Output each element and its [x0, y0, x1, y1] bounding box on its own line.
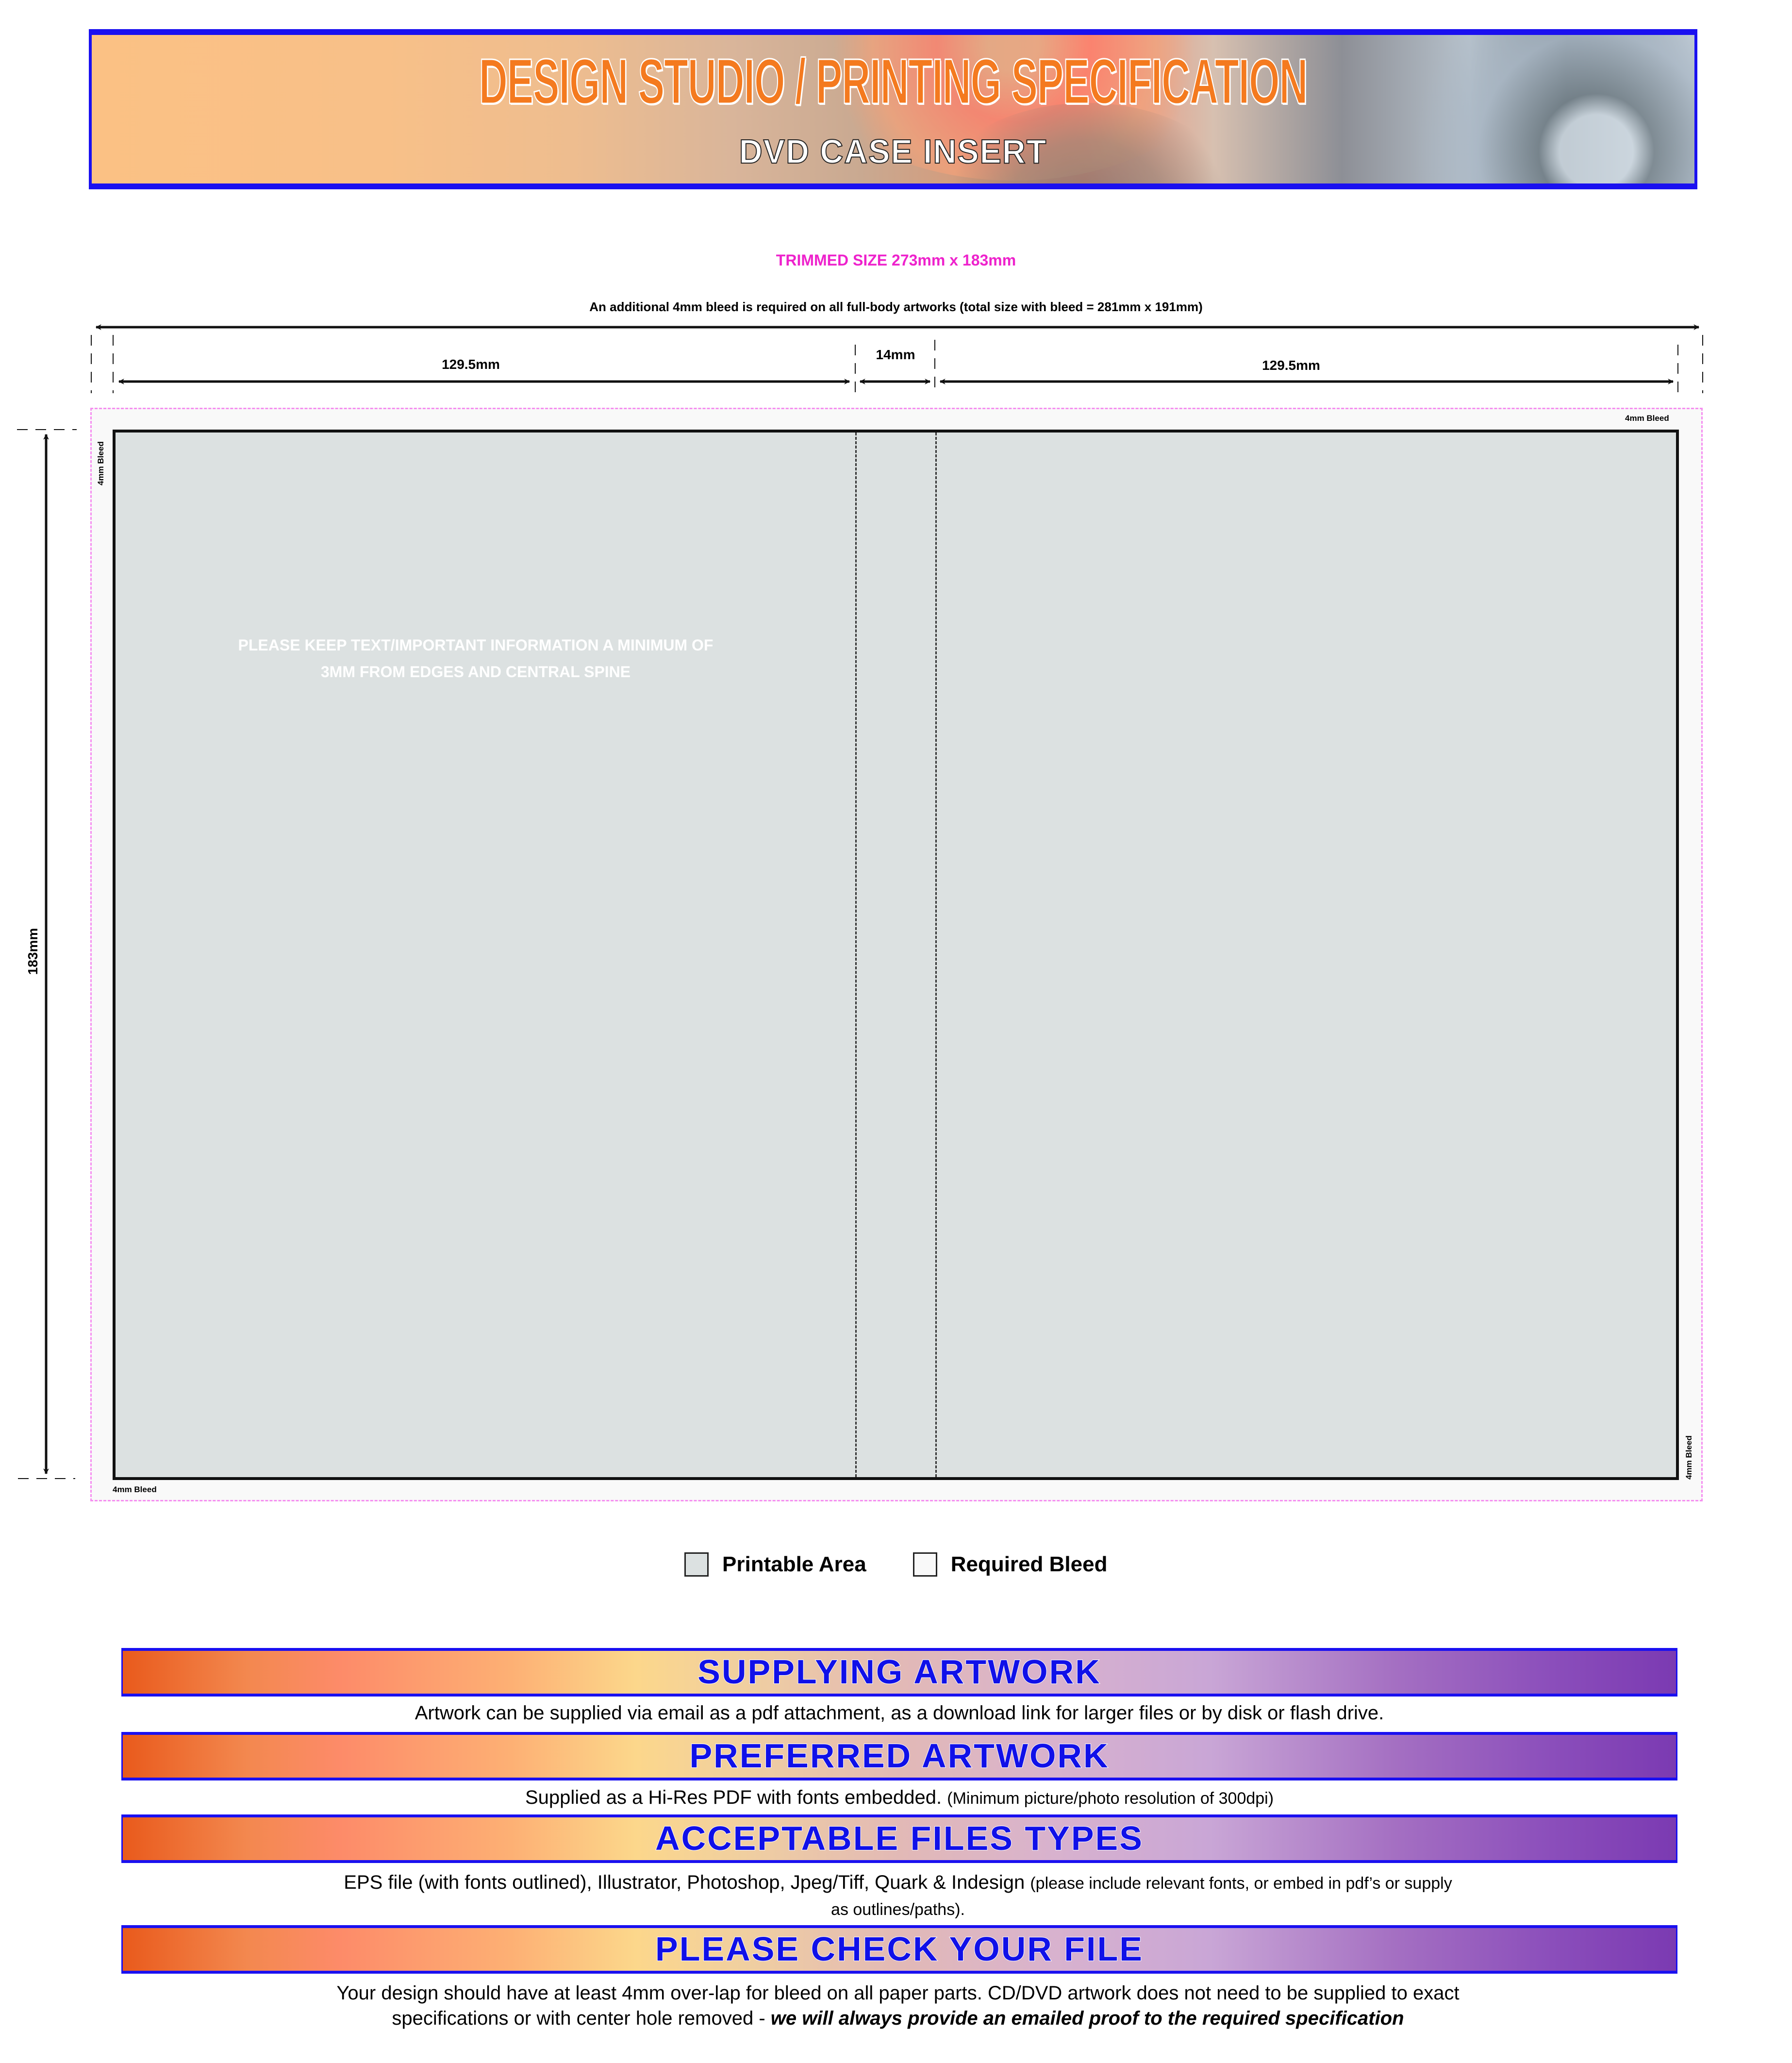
page-subtitle: DVD CASE INSERT — [739, 133, 1047, 170]
right-panel-width-label: 129.5mm — [1262, 358, 1320, 373]
bleed-label-right: 4mm Bleed — [1684, 1435, 1693, 1480]
spine-fold-line-right — [935, 433, 937, 1477]
legend-swatch-printable-area — [684, 1552, 709, 1577]
section-body-supplying-artwork: Artwork can be supplied via email as a p… — [415, 1702, 1384, 1724]
section-body-text: Supplied as a Hi-Res PDF with fonts embe… — [525, 1787, 942, 1808]
section-body-text: EPS file (with fonts outlined), Illustra… — [344, 1872, 1025, 1893]
section-body-acceptable-file-types: EPS file (with fonts outlined), Illustra… — [340, 1870, 1456, 1922]
bleed-label-bottom: 4mm Bleed — [113, 1485, 157, 1494]
bleed-note: An additional 4mm bleed is required on a… — [589, 299, 1203, 314]
section-body-emphasis: we will always provide an emailed proof … — [770, 2008, 1404, 2029]
section-title: SUPPLYING ARTWORK — [697, 1653, 1101, 1691]
section-body-please-check-your-file: Your design should have at least 4mm ove… — [315, 1980, 1480, 2031]
page-title: DESIGN STUDIO / PRINTING SPECIFICATION — [479, 46, 1309, 117]
section-header-acceptable-file-types: ACCEPTABLE FILES TYPES — [121, 1814, 1677, 1863]
section-title: PREFERRED ARTWORK — [689, 1737, 1110, 1775]
bleed-label-top: 4mm Bleed — [1625, 414, 1669, 423]
safe-zone-note: PLEASE KEEP TEXT/IMPORTANT INFORMATION A… — [184, 632, 767, 685]
legend: Printable Area Required Bleed — [684, 1552, 1107, 1577]
safe-zone-note-line-2: 3MM FROM EDGES AND CENTRAL SPINE — [320, 663, 631, 681]
printable-area — [113, 430, 1679, 1480]
trimmed-size-label: TRIMMED SIZE 273mm x 183mm — [776, 251, 1016, 269]
spine-fold-line-left — [855, 433, 857, 1477]
header-banner: DESIGN STUDIO / PRINTING SPECIFICATION D… — [89, 29, 1697, 189]
legend-label-printable-area: Printable Area — [722, 1552, 866, 1576]
section-header-preferred-artwork: PREFERRED ARTWORK — [121, 1732, 1677, 1780]
legend-swatch-required-bleed — [913, 1552, 937, 1577]
section-title: ACCEPTABLE FILES TYPES — [655, 1819, 1144, 1857]
bleed-label-left: 4mm Bleed — [96, 441, 105, 485]
spine-width-label: 14mm — [876, 347, 915, 362]
height-label: 183mm — [25, 928, 40, 975]
section-body-note: (Minimum picture/photo resolution of 300… — [947, 1789, 1274, 1808]
legend-label-required-bleed: Required Bleed — [950, 1552, 1108, 1576]
left-panel-width-label: 129.5mm — [442, 357, 500, 372]
section-header-supplying-artwork: SUPPLYING ARTWORK — [121, 1648, 1677, 1697]
section-title: PLEASE CHECK YOUR FILE — [655, 1930, 1144, 1968]
section-header-please-check-your-file: PLEASE CHECK YOUR FILE — [121, 1925, 1677, 1974]
section-body-preferred-artwork: Supplied as a Hi-Res PDF with fonts embe… — [121, 1785, 1677, 1811]
safe-zone-note-line-1: PLEASE KEEP TEXT/IMPORTANT INFORMATION A… — [238, 636, 713, 654]
